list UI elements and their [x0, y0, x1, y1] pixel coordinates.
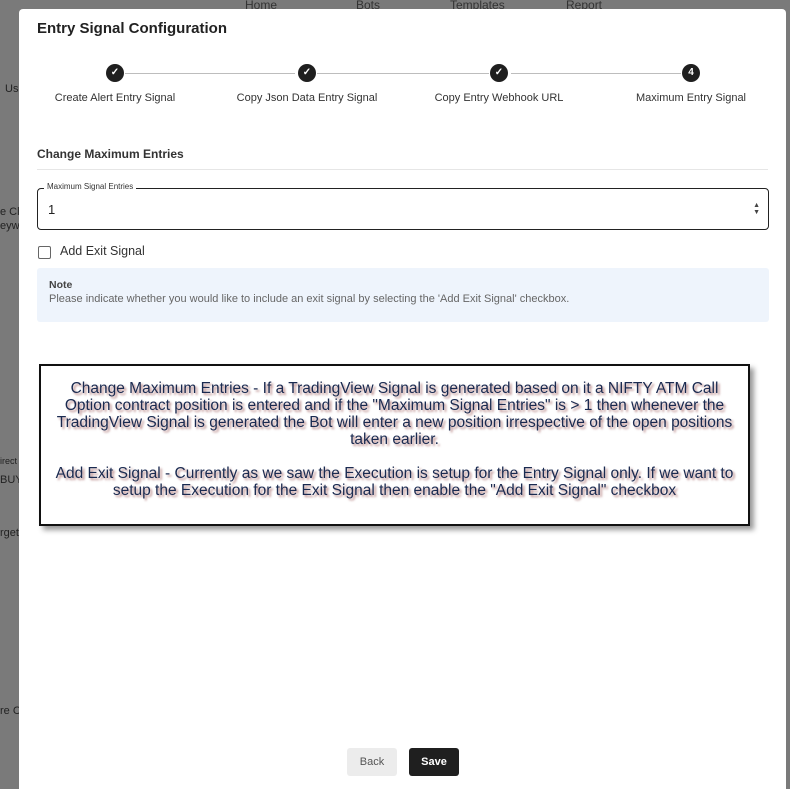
step-2[interactable]: ✓ Copy Json Data Entry Signal [222, 64, 392, 104]
step-label: Copy Entry Webhook URL [434, 92, 564, 104]
bg-fragment: e Cl [0, 206, 20, 218]
maximum-signal-entries-field[interactable]: Maximum Signal Entries ▲▼ [37, 182, 769, 230]
bg-fragment: rget [0, 527, 19, 539]
entry-signal-dialog: Entry Signal Configuration ✓ Create Alert… [19, 9, 786, 789]
step-number: 4 [682, 64, 700, 82]
note-title: Note [49, 279, 73, 291]
step-1[interactable]: ✓ Create Alert Entry Signal [30, 64, 200, 104]
divider [37, 169, 768, 170]
bg-fragment: eyw [0, 220, 20, 232]
save-button[interactable]: Save [409, 748, 459, 776]
step-label: Maximum Entry Signal [635, 92, 747, 104]
callout-paragraph: Change Maximum Entries - If a TradingVie… [56, 380, 733, 448]
check-icon: ✓ [298, 64, 316, 82]
step-label: Copy Json Data Entry Signal [236, 92, 378, 104]
section-title: Change Maximum Entries [37, 147, 184, 161]
field-label: Maximum Signal Entries [44, 182, 137, 191]
step-3[interactable]: ✓ Copy Entry Webhook URL [414, 64, 584, 104]
bg-fragment: irect [0, 456, 18, 466]
note-box: Note Please indicate whether you would l… [37, 268, 769, 322]
callout-paragraph: Add Exit Signal - Currently as we saw th… [55, 465, 734, 499]
annotation-callout: Change Maximum Entries - If a TradingVie… [39, 364, 750, 526]
step-label: Create Alert Entry Signal [54, 92, 176, 104]
step-4[interactable]: 4 Maximum Entry Signal [606, 64, 776, 104]
check-icon: ✓ [106, 64, 124, 82]
number-spinner-icon[interactable]: ▲ ▼ [753, 202, 760, 216]
add-exit-signal-label[interactable]: Add Exit Signal [60, 244, 145, 258]
dialog-title: Entry Signal Configuration [37, 20, 227, 37]
bg-fragment: re C [0, 705, 21, 717]
check-icon: ✓ [490, 64, 508, 82]
note-text: Please indicate whether you would like t… [49, 293, 570, 305]
maximum-signal-entries-input[interactable] [48, 202, 698, 217]
add-exit-signal-checkbox[interactable] [38, 246, 51, 259]
bg-fragment: Us [5, 83, 19, 95]
back-button[interactable]: Back [347, 748, 397, 776]
